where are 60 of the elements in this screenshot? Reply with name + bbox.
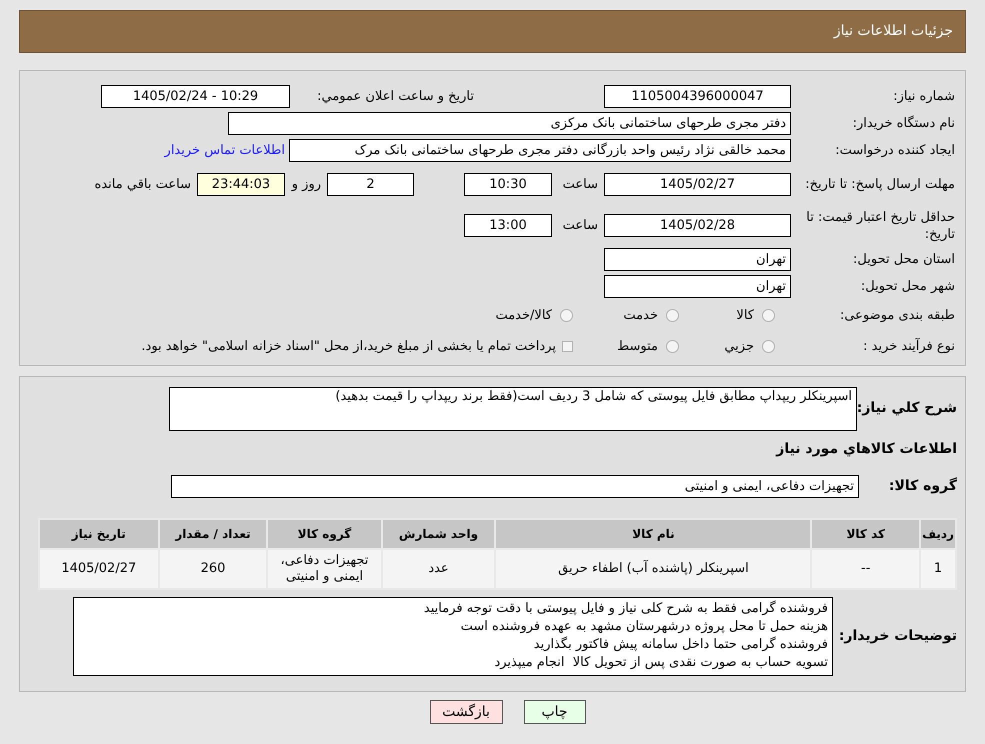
option-label: جزيي — [723, 338, 754, 356]
input-field[interactable]: دفتر مجری طرحهای ساختمانی بانک مرکزی — [228, 112, 791, 135]
column-header: تاریخ نیاز — [39, 519, 159, 549]
column-header: واحد شمارش — [382, 519, 496, 549]
print-button[interactable]: چاپ — [524, 700, 586, 724]
page-title: جزئیات اطلاعات نیاز — [834, 22, 953, 41]
field-label: استان محل تحویل: — [852, 250, 955, 269]
note-line: فروشنده گرامی فقط به شرح کلی نیاز و فایل پیوستی با دقت توجه فرمایید — [422, 600, 828, 618]
input-field[interactable]: محمد خالقی نژاد رئیس واحد بازرگانی دفتر مجری طرحهای ساختمانی بانک مرک — [289, 139, 791, 162]
column-header: گروه کالا — [267, 519, 382, 549]
back-button[interactable]: بازگشت — [430, 700, 502, 724]
table-cell: 260 — [158, 549, 268, 589]
field-label: ایجاد کننده درخواست: — [834, 142, 955, 160]
input-field[interactable]: 1405/02/28 — [604, 214, 791, 237]
input-field[interactable]: تهران — [604, 275, 791, 298]
table-cell: -- — [811, 549, 920, 589]
field-label: طبقه بندی موضوعی: — [838, 306, 955, 325]
field-label: ساعت — [562, 176, 599, 194]
input-field[interactable]: 1105004396000047 — [604, 85, 791, 108]
table-cell: تجهیزات دفاعی، ایمنی و امنیتی — [267, 549, 382, 589]
field-label: حداقل تاریخ اعتبار قیمت: تا تاریخ: — [805, 208, 955, 242]
field-label: روز و — [290, 176, 322, 194]
input-field[interactable]: 10:30 — [464, 173, 552, 196]
column-header: ردیف — [920, 519, 956, 549]
option-label: کالا/خدمت — [495, 306, 552, 325]
column-header: نام کالا — [495, 519, 812, 549]
note-line: هزینه حمل تا محل پروژه درشهرستان مشهد به عهده فروشنده است — [460, 618, 828, 636]
field-label: ساعت — [562, 216, 599, 235]
field-label: شماره نیاز: — [892, 88, 955, 106]
field-label: گروه کالا: — [888, 476, 957, 496]
field-label: اطلاعات کالاهاي مورد نیاز — [776, 440, 957, 458]
field-label: توضیحات خریدار: — [838, 626, 957, 646]
field-label: نام دستگاه خریدار: — [852, 114, 955, 133]
input-field[interactable]: تجهیزات دفاعی، ایمنی و امنیتی — [171, 474, 859, 498]
field-label: شهر محل تحویل: — [860, 278, 955, 296]
field-label: مهلت ارسال پاسخ: تا تاریخ: — [804, 176, 955, 193]
option-label: پرداخت تمام یا بخشی از مبلغ خرید،از محل "اسناد خزانه اسلامی" خواهد بود. — [141, 338, 556, 356]
field-label: شرح کلي نیاز: — [857, 399, 957, 418]
column-header: تعداد / مقدار — [158, 519, 268, 549]
input-field[interactable]: 23:44:03 — [197, 173, 285, 196]
table-cell: عدد — [382, 549, 496, 589]
table-cell: اسپرینکلر (پاشنده آب) اطفاء حریق — [495, 549, 812, 589]
column-header: کد کالا — [811, 519, 920, 549]
summary-textarea[interactable]: اسپرینکلر ریپداپ مطابق فایل پیوستی که شامل 3 ردیف است(فقط برند ریپداپ را قیمت بدهید) — [169, 386, 857, 430]
note-line: فروشنده گرامی حتما داخل سامانه پیش فاکتور بگذارید — [532, 636, 828, 654]
input-field[interactable]: 2 — [327, 173, 414, 196]
field-label: ساعت باقي مانده — [94, 176, 192, 194]
field-label: نوع فرآیند خرید : — [862, 336, 955, 356]
input-field[interactable]: 1405/02/27 — [604, 173, 791, 196]
input-field[interactable]: 1405/02/24 - 10:29 — [101, 85, 290, 108]
table-cell: 1405/02/27 — [39, 549, 159, 589]
input-field[interactable]: تهران — [604, 248, 791, 271]
option-label: کالا — [735, 306, 754, 325]
note-line: تسویه حساب به صورت نقدی پس از تحویل کالا انجام میپذیرد — [493, 654, 828, 672]
input-field[interactable]: 13:00 — [464, 214, 552, 237]
option-label: خدمت — [622, 306, 658, 325]
option-label: متوسط — [616, 338, 658, 356]
contact-link[interactable]: اطلاعات تماس خریدار — [164, 140, 285, 160]
field-label: تاریخ و ساعت اعلان عمومي: — [316, 88, 475, 106]
table-cell: 1 — [920, 549, 956, 589]
